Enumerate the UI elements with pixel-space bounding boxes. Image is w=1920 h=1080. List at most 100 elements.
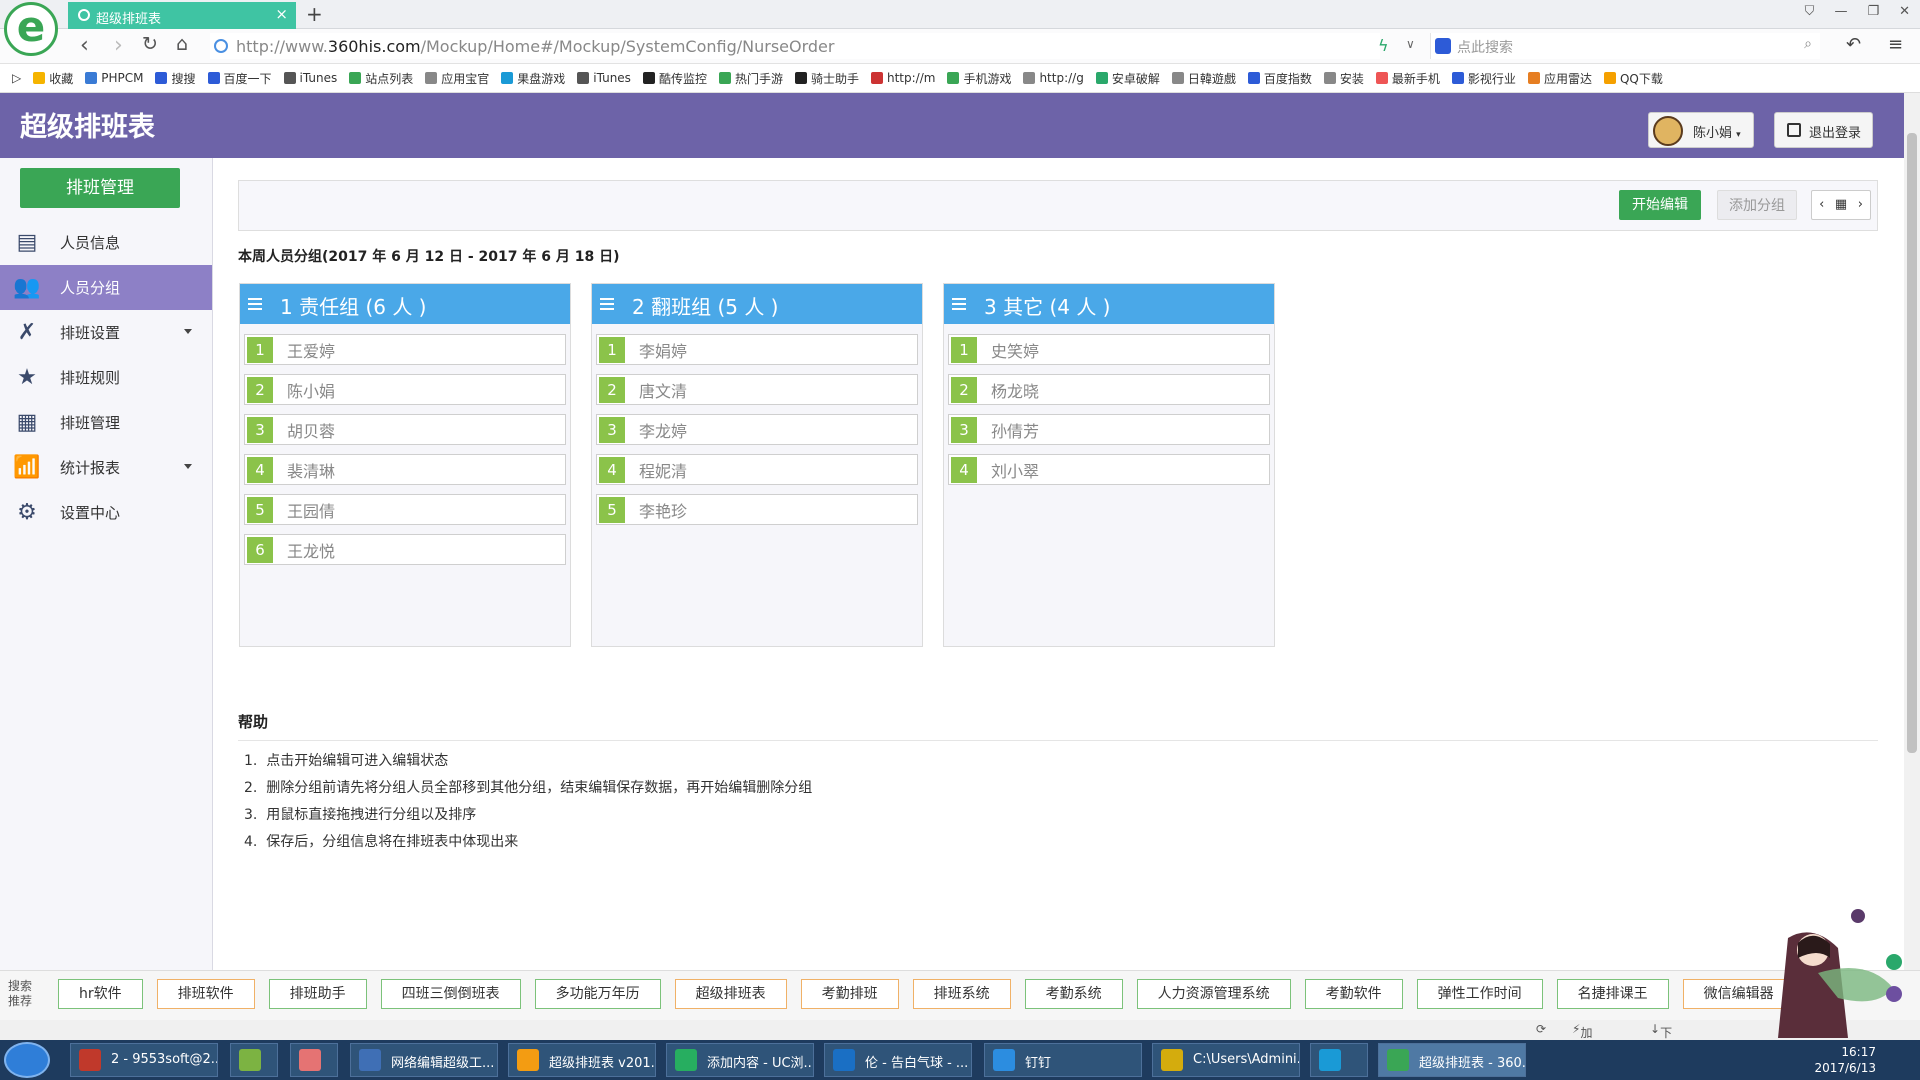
prev-week-button[interactable]: ‹ — [1812, 191, 1831, 219]
recommend-chip[interactable]: 名捷排课王 — [1556, 979, 1669, 1009]
group-card[interactable]: 2 翻班组 (5 人 ) 1 李娟婷 2 唐文清 3 李龙婷 4 程妮清 5 李艳珍 — [591, 283, 923, 647]
bookmark-item[interactable]: 最新手机 — [1375, 70, 1440, 87]
start-button[interactable] — [4, 1042, 50, 1078]
sidebar-item-statistics[interactable]: 📶 统计报表 — [0, 445, 212, 490]
user-menu-button[interactable]: 陈小娟 ▾ — [1648, 112, 1754, 148]
home-icon[interactable]: ⌂ — [176, 33, 188, 55]
group-card[interactable]: 1 责任组 (6 人 ) 1 王爱婷 2 陈小娟 3 胡贝蓉 4 裴清琳 5 王园倩 6王… — [239, 283, 571, 647]
member-item[interactable]: 2 杨龙晓 — [948, 374, 1270, 405]
bookmark-item[interactable]: iTunes — [577, 71, 631, 85]
member-item[interactable]: 2 陈小娟 — [244, 374, 566, 405]
member-item[interactable]: 1 史笑婷 — [948, 334, 1270, 365]
member-item[interactable]: 3 孙倩芳 — [948, 414, 1270, 445]
minimize-icon[interactable]: — — [1834, 4, 1847, 19]
recommend-chip[interactable]: 排班软件 — [156, 979, 255, 1009]
bookmark-item[interactable]: 安装 — [1323, 70, 1364, 87]
recommend-chip[interactable]: 考勤软件 — [1304, 979, 1403, 1009]
start-edit-button[interactable]: 开始编辑 — [1619, 190, 1701, 220]
search-input[interactable]: 点此搜索 ⌕ — [1430, 33, 1820, 59]
close-window-icon[interactable]: ✕ — [1899, 4, 1910, 19]
bookmark-item[interactable]: 热门手游 — [718, 70, 783, 87]
recommend-chip[interactable]: hr软件 — [58, 979, 143, 1009]
taskbar-item[interactable]: 添加内容 - UC浏... — [666, 1043, 814, 1077]
recommend-chip[interactable]: 考勤排班 — [800, 979, 899, 1009]
bookmark-item[interactable]: 应用宝官 — [425, 70, 489, 87]
sidebar-item-schedule-management[interactable]: ▦ 排班管理 — [0, 400, 212, 445]
bookmark-item[interactable]: 日韓遊戲 — [1171, 70, 1236, 87]
recommend-chip[interactable]: 排班助手 — [268, 979, 367, 1009]
bookmark-item[interactable]: http://m — [870, 71, 935, 85]
bookmark-item[interactable]: http://g — [1023, 71, 1084, 85]
page-scrollbar[interactable] — [1904, 93, 1920, 970]
recommend-chip[interactable]: 排班系统 — [912, 979, 1011, 1009]
sidebar-item-schedule-settings[interactable]: ✗ 排班设置 — [0, 310, 212, 355]
bookmark-item[interactable]: iTunes — [283, 71, 337, 85]
member-item[interactable]: 1 王爱婷 — [244, 334, 566, 365]
next-week-button[interactable]: › — [1851, 191, 1870, 219]
recommend-chip[interactable]: 人力资源管理系统 — [1136, 979, 1291, 1009]
browser-logo[interactable]: e — [4, 2, 58, 56]
speed-mode-icon[interactable]: ϟ — [1378, 36, 1389, 55]
member-item[interactable]: 1 李娟婷 — [596, 334, 918, 365]
refresh-icon[interactable]: ⟳ — [1536, 1022, 1546, 1036]
group-card[interactable]: 3 其它 (4 人 ) 1 史笑婷 2 杨龙晓 3 孙倩芳 4 刘小翠 — [943, 283, 1275, 647]
group-header[interactable]: 2 翻班组 (5 人 ) — [592, 284, 922, 324]
menu-icon[interactable]: ≡ — [1888, 34, 1903, 55]
bookmark-item[interactable]: 骑士助手 — [794, 70, 859, 87]
taskbar-item[interactable]: 2 - 9553soft@2... — [70, 1043, 218, 1077]
taskbar-item[interactable] — [230, 1043, 278, 1077]
member-item[interactable]: 3 李龙婷 — [596, 414, 918, 445]
taskbar-item[interactable]: 超级排班表 v201... — [508, 1043, 656, 1077]
url-field[interactable]: http://www.360his.com/Mockup/Home#/Mocku… — [210, 33, 1380, 59]
search-engine-icon[interactable] — [1435, 38, 1451, 54]
bookmark-item[interactable]: 搜搜 — [155, 70, 196, 87]
recommend-chip[interactable]: 超级排班表 — [674, 979, 787, 1009]
recommend-chip[interactable]: 多功能万年历 — [534, 979, 661, 1009]
new-tab-button[interactable]: + — [306, 2, 323, 26]
taskbar-item[interactable] — [290, 1043, 338, 1077]
member-item[interactable]: 4 刘小翠 — [948, 454, 1270, 485]
maximize-icon[interactable]: ❐ — [1867, 4, 1879, 19]
member-item[interactable]: 6 王龙悦 — [244, 534, 566, 565]
back-icon[interactable]: ‹ — [80, 33, 89, 58]
search-icon[interactable]: ⌕ — [1804, 36, 1812, 52]
bookmark-item[interactable]: PHPCM — [85, 71, 143, 85]
scrollbar-thumb[interactable] — [1907, 133, 1917, 753]
reload-icon[interactable]: ↻ — [142, 33, 158, 55]
logout-button[interactable]: 退出登录 — [1774, 112, 1873, 148]
member-item[interactable]: 2 唐文清 — [596, 374, 918, 405]
taskbar-item[interactable]: 钉钉 — [984, 1043, 1142, 1077]
bookmark-item[interactable]: 应用雷达 — [1527, 70, 1592, 87]
system-clock[interactable]: 16:17 2017/6/13 — [1814, 1044, 1876, 1076]
tab-close-icon[interactable]: × — [275, 5, 288, 23]
bookmark-item[interactable]: 手机游戏 — [947, 70, 1011, 87]
add-group-button[interactable]: 添加分组 — [1717, 190, 1797, 220]
taskbar-item[interactable] — [1310, 1043, 1368, 1077]
sidebar-item-staff-info[interactable]: ▤ 人员信息 — [0, 220, 212, 265]
recommend-chip[interactable]: 考勤系统 — [1024, 979, 1123, 1009]
bookmark-item[interactable]: 站点列表 — [349, 70, 413, 87]
bookmark-toggle-icon[interactable]: ▷ — [12, 71, 21, 85]
sidebar-item-staff-groups[interactable]: 👥 人员分组 — [0, 265, 212, 310]
bookmark-item[interactable]: 安卓破解 — [1095, 70, 1160, 87]
download-link[interactable]: ↓下载 — [1650, 1022, 1672, 1057]
browser-tab-active[interactable]: 超级排班表 × — [68, 2, 296, 29]
bookmark-item[interactable]: QQ下载 — [1603, 70, 1663, 87]
taskbar-item[interactable]: 网络编辑超级工... — [350, 1043, 498, 1077]
bookmark-item[interactable]: 酷传监控 — [642, 70, 707, 87]
bookmark-item[interactable]: 收藏 — [33, 70, 73, 87]
member-item[interactable]: 4 裴清琳 — [244, 454, 566, 485]
sidebar-item-settings-center[interactable]: ⚙ 设置中心 — [0, 490, 212, 535]
taskbar-item[interactable]: C:\Users\Admini... — [1152, 1043, 1300, 1077]
accelerator-link[interactable]: ⚡加速器 — [1572, 1022, 1592, 1074]
member-item[interactable]: 5 王园倩 — [244, 494, 566, 525]
group-header[interactable]: 1 责任组 (6 人 ) — [240, 284, 570, 324]
bookmark-item[interactable]: 百度一下 — [207, 70, 272, 87]
taskbar-item[interactable]: 超级排班表 - 360... — [1378, 1043, 1526, 1077]
member-item[interactable]: 3 胡贝蓉 — [244, 414, 566, 445]
calendar-picker-icon[interactable]: ▦ — [1831, 191, 1850, 219]
bookmark-item[interactable]: 果盘游戏 — [501, 70, 565, 87]
recommend-chip[interactable]: 弹性工作时间 — [1416, 979, 1543, 1009]
member-item[interactable]: 5 李艳珍 — [596, 494, 918, 525]
taskbar-item[interactable]: 伦 - 告白气球 - ... — [824, 1043, 972, 1077]
